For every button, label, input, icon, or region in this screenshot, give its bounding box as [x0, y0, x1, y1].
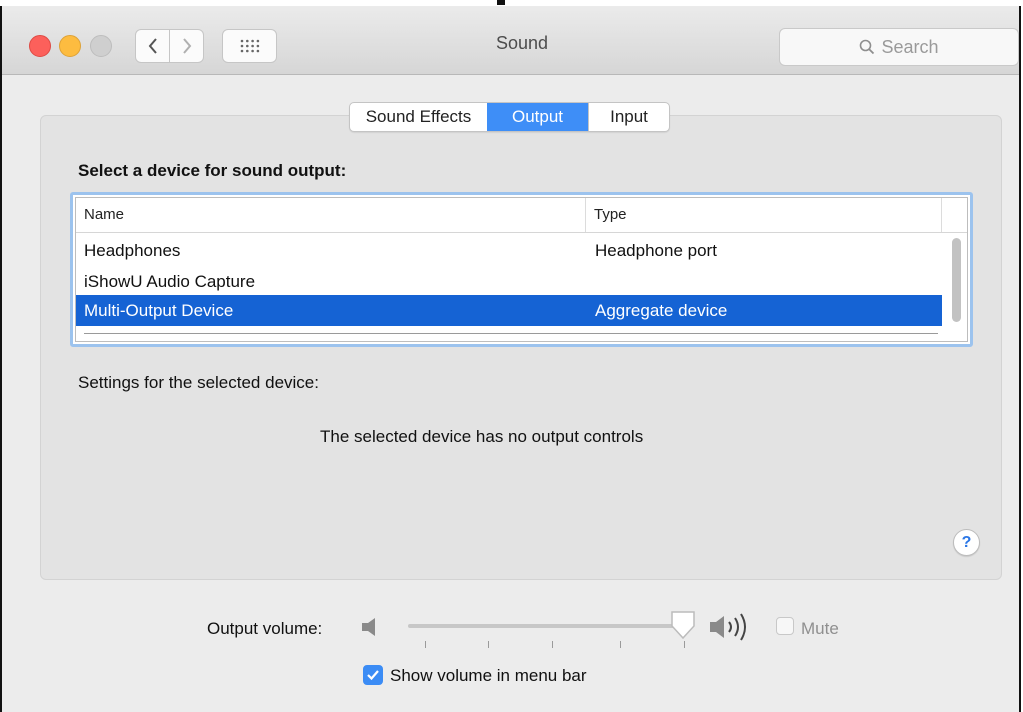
zoom-icon: [90, 35, 112, 57]
table-header: Name Type: [76, 198, 967, 233]
search-placeholder: Search: [881, 36, 939, 57]
device-name: Multi-Output Device: [84, 301, 234, 320]
no-controls-message: The selected device has no output contro…: [320, 427, 644, 446]
slider-tick: [552, 641, 553, 648]
show-volume-label: Show volume in menu bar: [390, 666, 587, 685]
tab-input[interactable]: Input: [588, 103, 669, 131]
vertical-scrollbar[interactable]: [946, 234, 966, 341]
slider-tick: [488, 641, 489, 648]
chevron-left-icon: [148, 38, 157, 54]
forward-button[interactable]: [170, 29, 204, 63]
slider-tick: [620, 641, 621, 648]
help-button[interactable]: ?: [953, 529, 980, 556]
mute-label: Mute: [801, 619, 839, 638]
top-ink-mark: [497, 0, 505, 5]
search-input[interactable]: Search: [779, 28, 1019, 66]
volume-slider-track[interactable]: [408, 624, 691, 628]
output-panel: [40, 115, 1002, 580]
device-list-heading: Select a device for sound output:: [78, 161, 347, 180]
speaker-low-icon: [362, 618, 375, 636]
horizontal-scrollbar[interactable]: [84, 333, 938, 334]
question-icon: ?: [961, 533, 972, 551]
scrollbar-thumb[interactable]: [952, 238, 961, 322]
window-title: Sound: [495, 33, 549, 53]
slider-tick: [684, 641, 685, 648]
back-button[interactable]: [135, 29, 170, 63]
device-type: Headphone port: [595, 241, 717, 260]
tab-sound-effects[interactable]: Sound Effects: [350, 103, 487, 131]
slider-tick: [425, 641, 426, 648]
device-table[interactable]: Name Type Headphones Headphone port iSho…: [70, 192, 973, 347]
close-icon[interactable]: [29, 35, 51, 57]
minimize-icon[interactable]: [59, 35, 81, 57]
device-name: Headphones: [84, 241, 181, 260]
tab-output[interactable]: Output: [487, 103, 588, 131]
device-type: Aggregate device: [595, 301, 728, 320]
table-row[interactable]: Headphones Headphone port: [76, 235, 942, 266]
chevron-right-icon: [182, 38, 191, 54]
device-name: iShowU Audio Capture: [84, 272, 256, 291]
title-bar: Sound Search: [2, 6, 1019, 75]
volume-slider-knob[interactable]: [669, 610, 697, 640]
grid-icon: [240, 39, 259, 53]
show-volume-checkbox[interactable]: [363, 665, 383, 685]
search-icon: [860, 39, 875, 55]
column-header-type[interactable]: Type: [586, 198, 942, 232]
column-header-name[interactable]: Name: [76, 198, 586, 232]
speaker-high-icon: [710, 613, 746, 641]
tab-bar: Sound Effects Output Input: [349, 102, 670, 132]
checkmark-icon: [367, 670, 379, 681]
output-volume-label: Output volume:: [207, 619, 323, 638]
table-row-selected[interactable]: Multi-Output Device Aggregate device: [76, 295, 942, 326]
show-all-button[interactable]: [222, 29, 277, 63]
mute-checkbox[interactable]: [776, 617, 794, 635]
table-row[interactable]: iShowU Audio Capture: [76, 266, 942, 297]
device-table-inner: Name Type Headphones Headphone port iSho…: [75, 197, 968, 342]
settings-label: Settings for the selected device:: [78, 373, 319, 392]
